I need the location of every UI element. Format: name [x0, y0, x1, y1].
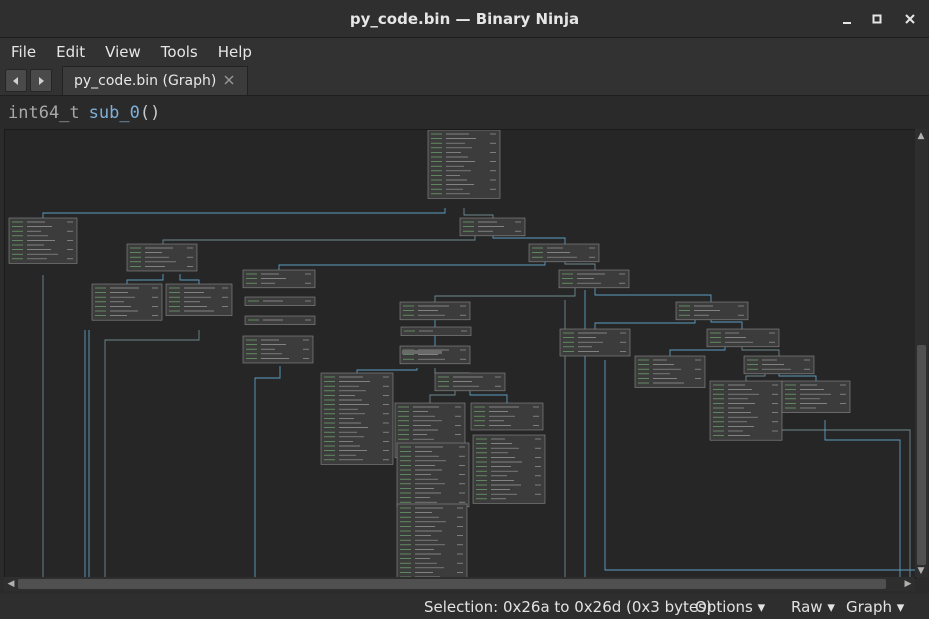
forward-button[interactable]	[30, 69, 52, 92]
close-icon[interactable]	[900, 9, 920, 29]
scroll-down-icon[interactable]: ▼	[915, 565, 927, 577]
tab-bar: py_code.bin (Graph)	[0, 66, 929, 96]
scroll-up-icon[interactable]: ▲	[915, 130, 927, 142]
minimize-icon[interactable]	[837, 9, 857, 29]
function-name[interactable]: sub_0	[89, 103, 140, 123]
menu-edit[interactable]: Edit	[46, 43, 95, 61]
graph-edge	[463, 208, 494, 218]
vertical-scrollbar[interactable]: ▲ ▼	[915, 129, 928, 577]
graph-dropdown[interactable]: Graph ▾	[846, 598, 904, 616]
menu-tools[interactable]: Tools	[151, 43, 208, 61]
selected-instruction[interactable]	[402, 350, 442, 354]
vertical-scroll-thumb[interactable]	[917, 345, 926, 565]
right-arrow-icon	[39, 76, 44, 85]
window-title: py_code.bin — Binary Ninja	[349, 9, 580, 28]
graph-edge	[744, 420, 911, 578]
graph-canvas[interactable]	[4, 129, 916, 579]
horizontal-scroll-thumb[interactable]	[18, 579, 886, 589]
graph-view[interactable]	[5, 130, 915, 578]
graph-edge	[824, 420, 901, 578]
graph-edge	[42, 208, 446, 218]
graph-edge	[434, 368, 470, 374]
basic-block[interactable]	[396, 503, 468, 578]
tab-label: py_code.bin (Graph)	[74, 73, 217, 89]
basic-block[interactable]	[427, 130, 501, 199]
graph-edge	[179, 274, 200, 284]
maximize-icon[interactable]	[867, 9, 887, 29]
horizontal-scrollbar[interactable]: ◀ ▶	[4, 577, 915, 591]
graph-edge	[278, 258, 546, 270]
title-bar: py_code.bin — Binary Ninja	[0, 0, 929, 38]
selection-status: Selection: 0x26a to 0x26d (0x3 bytes)	[424, 598, 712, 616]
function-signature: int64_t sub_0()	[0, 96, 929, 129]
graph-edge	[254, 366, 281, 578]
close-icon[interactable]	[224, 74, 234, 89]
menu-help[interactable]: Help	[208, 43, 262, 61]
function-params: ()	[139, 102, 161, 123]
graph-edge	[126, 274, 164, 284]
tab-graph[interactable]: py_code.bin (Graph)	[62, 66, 248, 95]
basic-block[interactable]	[472, 434, 546, 504]
scroll-left-icon[interactable]: ◀	[5, 578, 17, 590]
scroll-right-icon[interactable]: ▶	[902, 578, 914, 590]
back-button[interactable]	[5, 69, 27, 92]
left-arrow-icon	[13, 76, 18, 85]
graph-edge	[434, 284, 576, 302]
graph-edge	[356, 368, 418, 373]
return-type: int64_t	[8, 102, 80, 123]
raw-dropdown[interactable]: Raw ▾	[791, 598, 835, 616]
options-dropdown[interactable]: Options ▾	[695, 598, 765, 616]
graph-edge	[104, 330, 200, 578]
status-bar: Selection: 0x26a to 0x26d (0x3 bytes) Op…	[0, 594, 929, 619]
menu-view[interactable]: View	[95, 43, 151, 61]
menu-bar: File Edit View Tools Help	[0, 38, 929, 66]
menu-file[interactable]: File	[0, 43, 46, 61]
graph-edge	[162, 232, 476, 244]
